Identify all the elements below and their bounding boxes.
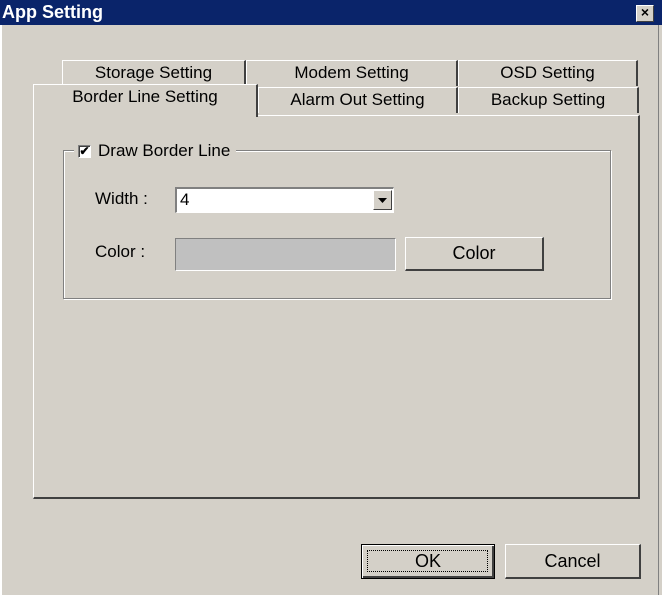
cancel-button[interactable]: Cancel — [505, 544, 641, 579]
width-label: Width : — [95, 189, 148, 208]
draw-border-line-label: Draw Border Line — [98, 141, 231, 160]
tab-storage-setting[interactable]: Storage Setting — [62, 60, 246, 86]
window-frame-left — [0, 25, 2, 595]
tab-label: Border Line Setting — [72, 87, 218, 106]
tab-border-line-setting[interactable]: Border Line Setting — [33, 84, 258, 117]
checkmark-icon: ✔ — [79, 143, 90, 158]
chevron-down-icon — [378, 198, 387, 203]
ok-button[interactable]: OK — [361, 544, 495, 579]
tab-alarm-out-setting[interactable]: Alarm Out Setting — [258, 87, 458, 113]
tab-label: Modem Setting — [294, 63, 409, 82]
border-line-groupbox — [63, 150, 611, 299]
width-select[interactable]: 4 — [175, 187, 394, 213]
title-bar[interactable]: App Setting × — [0, 0, 662, 25]
width-dropdown-button[interactable] — [373, 190, 392, 210]
tab-label: OSD Setting — [500, 63, 595, 82]
tab-label: Backup Setting — [490, 90, 606, 109]
tab-osd-setting[interactable]: OSD Setting — [458, 60, 638, 86]
tab-backup-setting[interactable]: Backup Setting — [458, 87, 639, 113]
close-button[interactable]: × — [636, 5, 654, 22]
cancel-button-label: Cancel — [544, 551, 601, 571]
focus-rectangle — [367, 550, 488, 572]
draw-border-line-option[interactable]: ✔ Draw Border Line — [74, 140, 237, 162]
color-button-label: Color — [452, 243, 496, 263]
color-label: Color : — [95, 242, 146, 261]
color-swatch — [175, 238, 396, 271]
window-title: App Setting — [2, 2, 103, 22]
window-frame-right — [658, 25, 662, 595]
tab-label: Alarm Out Setting — [290, 90, 425, 109]
color-button[interactable]: Color — [405, 237, 544, 271]
tab-modem-setting[interactable]: Modem Setting — [246, 60, 458, 86]
tab-label: Storage Setting — [94, 63, 213, 82]
close-icon: × — [640, 4, 650, 20]
draw-border-line-checkbox[interactable]: ✔ — [78, 143, 91, 158]
width-value: 4 — [180, 190, 190, 209]
